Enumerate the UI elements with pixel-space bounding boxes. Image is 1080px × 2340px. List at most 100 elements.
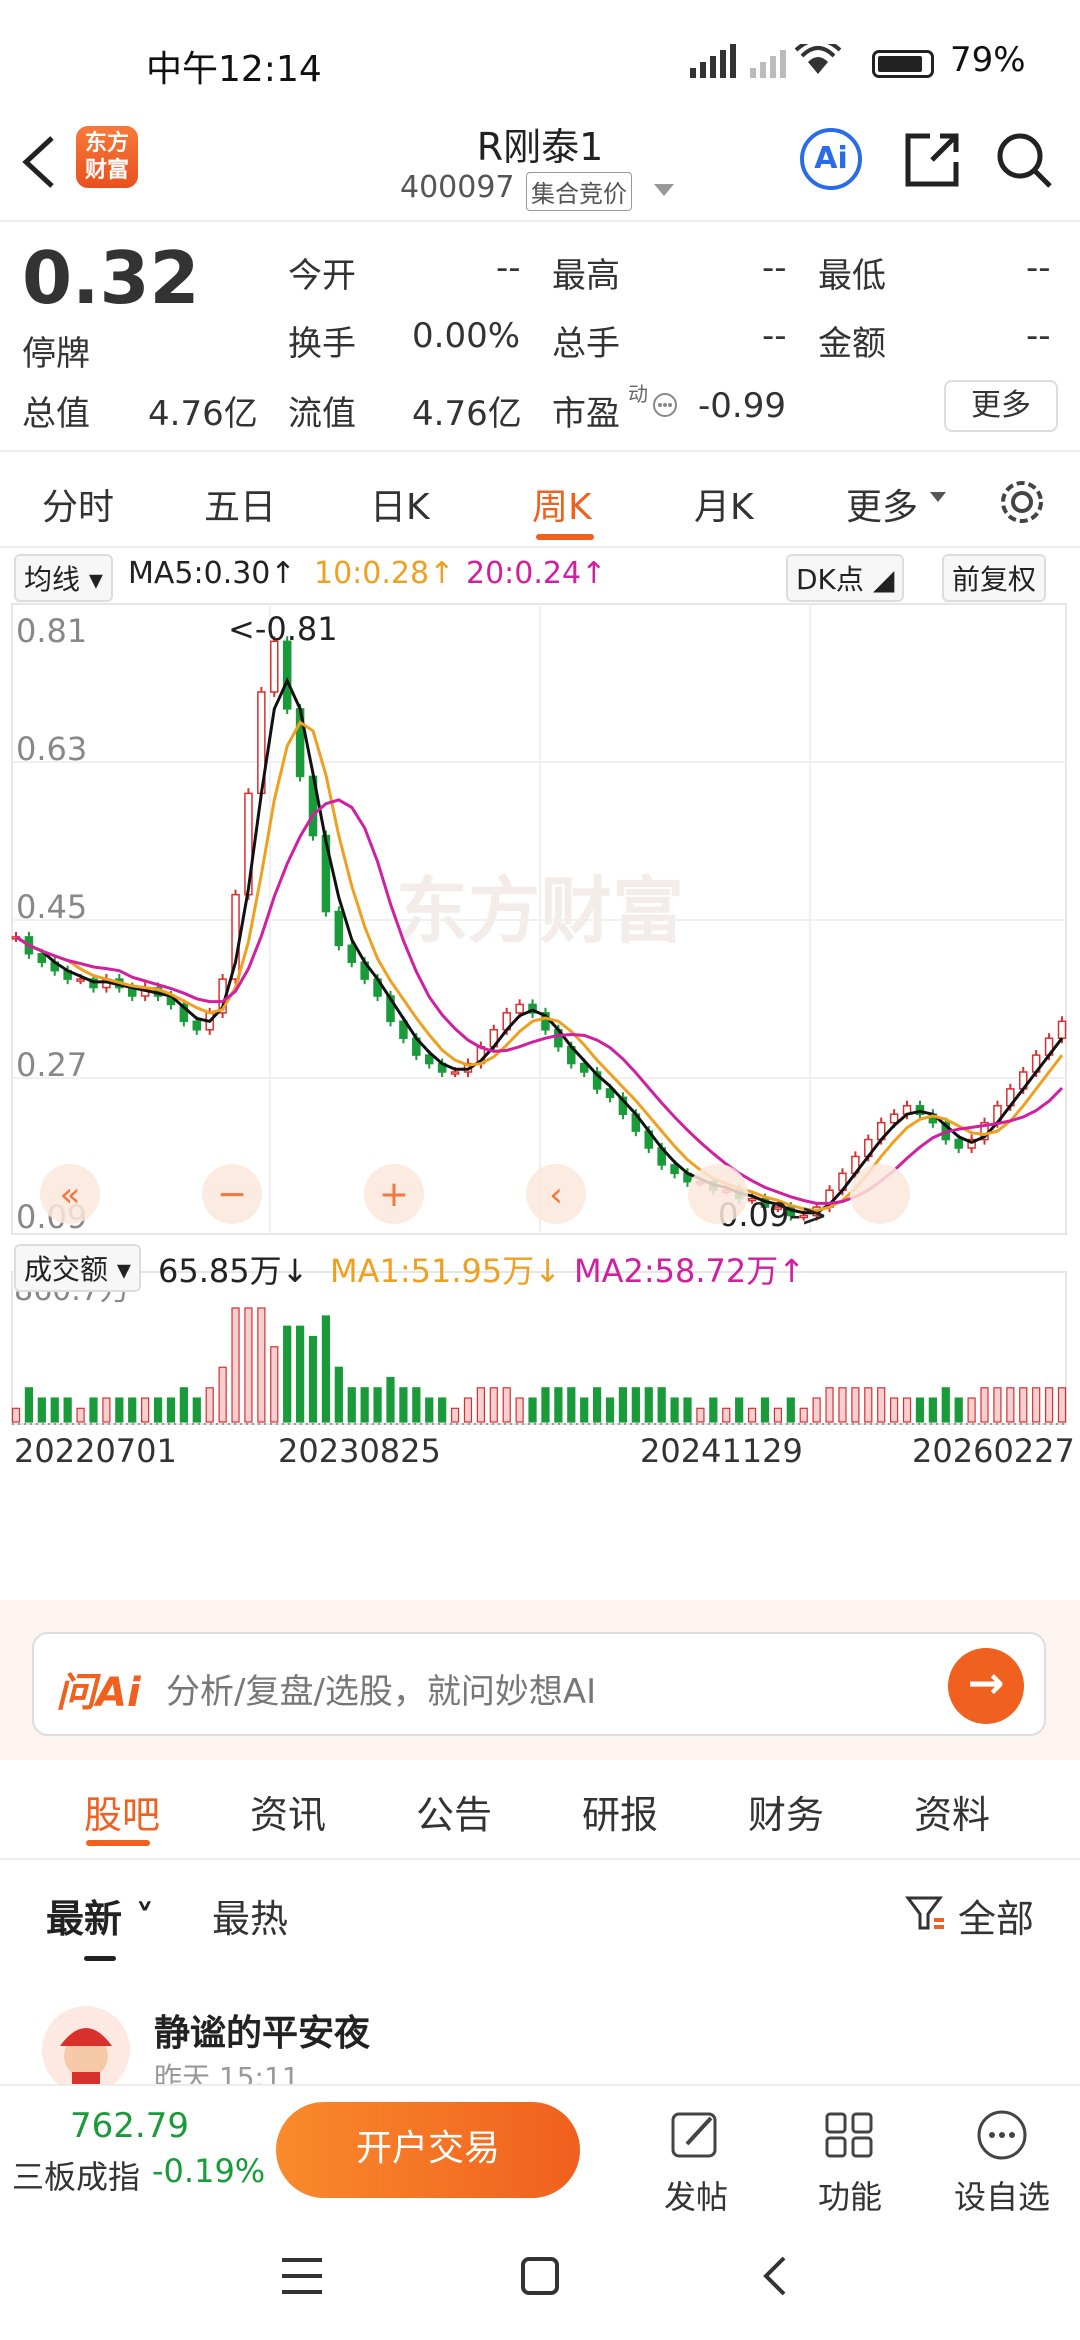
avatar[interactable] (42, 2006, 130, 2094)
home-icon[interactable] (520, 2256, 560, 2296)
dropdown-icon[interactable] (654, 184, 674, 198)
volume-bar (334, 1366, 343, 1423)
kline-chart[interactable]: 东方财富 0.81 0.63 0.45 0.27 0.09 <-0.81 0.0… (0, 596, 1080, 1606)
volume-type-select[interactable]: 成交额 ▾ (14, 1244, 141, 1292)
back-nav-icon[interactable] (760, 2256, 790, 2296)
tab-intraday[interactable]: 分时 (42, 478, 114, 530)
volume-bar (541, 1387, 550, 1423)
index-name[interactable]: 三板成指 (12, 2152, 140, 2198)
stock-code: 400097 (400, 170, 515, 205)
volume-bar (1019, 1387, 1028, 1423)
turnover-value: 0.00% (412, 316, 521, 356)
auction-tag[interactable]: 集合竞价 (526, 172, 632, 211)
tab-announcements[interactable]: 公告 (416, 1784, 492, 1839)
tab-news[interactable]: 资讯 (250, 1784, 326, 1839)
more-quote-button[interactable]: 更多 (944, 380, 1058, 432)
tab-monthly-k[interactable]: 月K (694, 478, 754, 530)
ma5-value: MA5:0.30↑ (128, 556, 296, 591)
post-author[interactable]: 静谧的平安夜 (154, 2004, 370, 2056)
volume-bar (76, 1407, 85, 1423)
volume-bar (786, 1397, 795, 1423)
tab-daily-k[interactable]: 日K (370, 478, 430, 530)
volume-bar (373, 1387, 382, 1423)
index-value[interactable]: 762.79 (70, 2106, 189, 2146)
volume-bar (347, 1387, 356, 1423)
arrow-right-icon[interactable]: → (948, 1648, 1024, 1724)
more-dots-icon (977, 2110, 1027, 2160)
tab-finance[interactable]: 财务 (748, 1784, 824, 1839)
volume-bar (631, 1387, 640, 1423)
volume-bar (386, 1376, 395, 1423)
volume-bar (166, 1397, 176, 1423)
volume-bar (24, 1387, 34, 1423)
volume-bar (851, 1387, 860, 1423)
volume-bar (63, 1397, 72, 1423)
open-account-trade-button[interactable]: 开户交易 (276, 2102, 580, 2198)
add-watchlist-button[interactable]: 设自选 (942, 2108, 1062, 2218)
volume-bar (657, 1387, 666, 1423)
tab-research[interactable]: 研报 (582, 1784, 658, 1839)
ai-search-box[interactable]: 问Ai 分析/复盘/选股，就问妙想AI → (32, 1632, 1046, 1736)
candle (334, 910, 344, 947)
sort-hot[interactable]: 最热 (212, 1888, 288, 1943)
reset-icon[interactable] (850, 1164, 910, 1224)
volume-bar (735, 1397, 744, 1423)
tab-profile[interactable]: 资料 (914, 1784, 990, 1839)
filter-icon[interactable] (904, 1892, 946, 1934)
candle (347, 944, 357, 963)
amount-value: -- (1026, 316, 1051, 356)
pan-right-icon[interactable] (688, 1164, 748, 1224)
volume-bar (321, 1315, 331, 1423)
tab-weekly-k[interactable]: 周K (532, 478, 592, 530)
candle (515, 1003, 524, 1014)
low-value: -- (1026, 248, 1051, 288)
tab-five-day[interactable]: 五日 (204, 478, 276, 530)
ai-icon[interactable]: Ai (800, 128, 862, 190)
volume-bar (50, 1397, 59, 1423)
last-price: 0.32 (22, 236, 200, 320)
menu-icon[interactable] (280, 2256, 324, 2296)
status-bar: 中午12:14 79% (0, 0, 1080, 120)
ma-type-select[interactable]: 均线 ▾ (14, 554, 113, 602)
active-tab-indicator (86, 1840, 150, 1846)
volume-bar (515, 1397, 524, 1423)
filter-all[interactable]: 全部 (958, 1888, 1034, 1943)
y-tick: 0.27 (16, 1046, 87, 1084)
volume-bar (967, 1397, 976, 1423)
adjust-button[interactable]: 前复权 (942, 554, 1047, 602)
turnover-label: 换手 (288, 324, 356, 364)
volume-bar (231, 1307, 240, 1423)
pe-value: -0.99 (698, 386, 786, 426)
dk-point-button[interactable]: DK点 ◢ (786, 554, 905, 602)
volume-bar (812, 1397, 821, 1423)
volume-bar (1032, 1387, 1041, 1423)
tab-forum[interactable]: 股吧 (84, 1784, 160, 1839)
volume-bar (554, 1387, 563, 1423)
pe-dynamic-mark: 动 (628, 382, 648, 406)
volume-bar (463, 1397, 473, 1423)
volume-bar (799, 1407, 808, 1423)
volume-bar (1044, 1387, 1054, 1423)
volume-ma1: MA1:51.95万↓ (330, 1252, 562, 1290)
volume-bar (412, 1387, 421, 1423)
volume-bar (980, 1387, 989, 1423)
volume-label: 总手 (552, 324, 620, 364)
share-icon[interactable] (902, 130, 962, 190)
float-cap-value: 4.76亿 (412, 394, 522, 434)
volume-bar (644, 1387, 653, 1423)
search-icon[interactable] (994, 130, 1054, 190)
amount-label: 金额 (818, 324, 886, 364)
sort-latest[interactable]: 最新 ˅ (46, 1888, 154, 1943)
tab-more[interactable]: 更多 (846, 478, 918, 530)
post-button[interactable]: 发帖 (636, 2108, 756, 2218)
signal-wifi-icons (690, 44, 842, 78)
info-icon[interactable] (652, 392, 678, 418)
volume-value: -- (762, 316, 787, 356)
high-value: -- (762, 248, 787, 288)
function-button[interactable]: 功能 (790, 2108, 910, 2218)
volume-bars (11, 1307, 1067, 1423)
y-tick: 0.45 (16, 888, 87, 926)
gear-icon[interactable] (996, 476, 1048, 528)
ai-placeholder[interactable]: 分析/复盘/选股，就问妙想AI (166, 1664, 596, 1713)
x-tick: 20230825 (278, 1432, 441, 1470)
